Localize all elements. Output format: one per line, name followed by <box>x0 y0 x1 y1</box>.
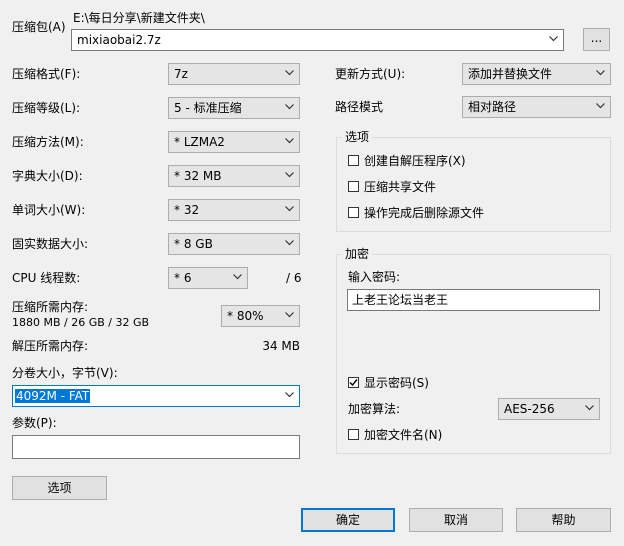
encrypt-group <box>336 254 611 454</box>
archive-filename-combo[interactable]: mixiaobai2.7z <box>71 29 564 51</box>
show-password-checkbox[interactable] <box>348 377 359 388</box>
encrypt-names-label: 加密文件名(N) <box>364 428 443 442</box>
chevron-down-icon <box>596 103 605 109</box>
chevron-down-icon <box>233 274 242 280</box>
level-value: 5 - 标准压缩 <box>174 101 242 115</box>
archive-filename: mixiaobai2.7z <box>77 33 161 47</box>
encrypt-names-checkbox[interactable] <box>348 429 359 440</box>
word-value: * 32 <box>174 203 200 217</box>
options-button[interactable]: 选项 <box>12 476 107 500</box>
chevron-down-icon <box>549 36 558 42</box>
chevron-down-icon <box>285 240 294 246</box>
delete-checkbox[interactable] <box>348 207 359 218</box>
options-group-title: 选项 <box>342 130 373 144</box>
format-value: 7z <box>174 67 188 81</box>
params-input[interactable] <box>12 435 300 459</box>
format-combo[interactable]: 7z <box>168 63 300 85</box>
chevron-down-icon <box>285 138 294 144</box>
method-label: 压缩方法(M): <box>12 135 84 149</box>
pathmode-label: 路径模式 <box>335 100 384 114</box>
word-combo[interactable]: * 32 <box>168 199 300 221</box>
mem-decomp-label: 解压所需内存: <box>12 339 89 353</box>
solid-label: 固实数据大小: <box>12 237 89 251</box>
sfx-checkbox[interactable] <box>348 155 359 166</box>
chevron-down-icon <box>285 392 294 398</box>
encrypt-group-title: 加密 <box>342 247 373 261</box>
update-value: 添加并替换文件 <box>468 67 553 81</box>
archive-label: 压缩包(A) <box>12 20 66 34</box>
mem-comp-combo[interactable]: * 80% <box>221 305 300 327</box>
solid-combo[interactable]: * 8 GB <box>168 233 300 255</box>
delete-label: 操作完成后删除源文件 <box>364 206 485 220</box>
cancel-button[interactable]: 取消 <box>409 508 503 532</box>
help-button[interactable]: 帮助 <box>516 508 611 532</box>
pathmode-value: 相对路径 <box>468 100 517 114</box>
chevron-down-icon <box>285 172 294 178</box>
format-label: 压缩格式(F): <box>12 67 81 81</box>
volume-label: 分卷大小，字节(V): <box>12 366 118 380</box>
browse-button[interactable]: ... <box>583 28 610 51</box>
mem-decomp-value: 34 MB <box>262 339 300 353</box>
chevron-down-icon <box>585 405 594 411</box>
archive-path: E:\每日分享\新建文件夹\ <box>73 11 205 25</box>
encrypt-method-combo[interactable]: AES-256 <box>498 398 600 420</box>
volume-value: 4092M - FAT <box>15 389 91 403</box>
encrypt-method-label: 加密算法: <box>348 402 401 416</box>
mem-comp-label: 压缩所需内存: <box>12 300 89 314</box>
word-label: 单词大小(W): <box>12 203 86 217</box>
volume-combo[interactable]: 4092M - FAT <box>12 385 300 407</box>
password-label: 输入密码: <box>348 270 401 284</box>
checkmark-icon <box>349 379 358 387</box>
dict-label: 字典大小(D): <box>12 169 83 183</box>
cpu-label: CPU 线程数: <box>12 271 81 285</box>
solid-value: * 8 GB <box>174 237 213 251</box>
chevron-down-icon <box>285 312 294 318</box>
show-password-label: 显示密码(S) <box>364 376 429 390</box>
params-label: 参数(P): <box>12 416 57 430</box>
method-value: * LZMA2 <box>174 135 225 149</box>
chevron-down-icon <box>596 70 605 76</box>
level-combo[interactable]: 5 - 标准压缩 <box>168 97 300 119</box>
dict-value: * 32 MB <box>174 169 222 183</box>
pathmode-combo[interactable]: 相对路径 <box>462 96 611 118</box>
chevron-down-icon <box>285 206 294 212</box>
cpu-combo[interactable]: * 6 <box>168 267 248 289</box>
password-input[interactable]: 上老王论坛当老王 <box>347 289 600 311</box>
mem-comp-value: * 80% <box>227 309 264 323</box>
encrypt-method-value: AES-256 <box>504 402 555 416</box>
chevron-down-icon <box>285 104 294 110</box>
cpu-value: * 6 <box>174 271 192 285</box>
update-combo[interactable]: 添加并替换文件 <box>462 63 611 85</box>
update-label: 更新方式(U): <box>335 67 406 81</box>
dict-combo[interactable]: * 32 MB <box>168 165 300 187</box>
sfx-label: 创建自解压程序(X) <box>364 154 466 168</box>
shared-checkbox[interactable] <box>348 181 359 192</box>
method-combo[interactable]: * LZMA2 <box>168 131 300 153</box>
cpu-total: / 6 <box>286 271 302 285</box>
chevron-down-icon <box>285 70 294 76</box>
ok-button[interactable]: 确定 <box>301 508 395 532</box>
mem-comp-detail: 1880 MB / 26 GB / 32 GB <box>12 316 150 329</box>
level-label: 压缩等级(L): <box>12 101 81 115</box>
shared-label: 压缩共享文件 <box>364 180 437 194</box>
